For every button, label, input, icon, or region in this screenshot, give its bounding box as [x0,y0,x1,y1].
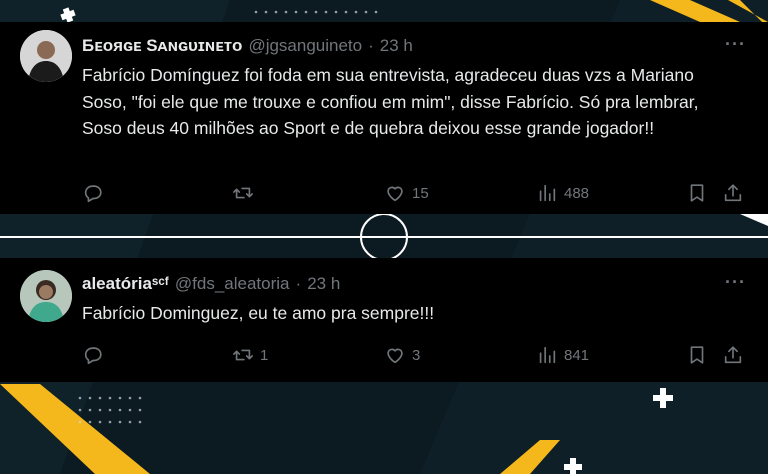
tweet-text: Fabrício Dominguez, eu te amo pra sempre… [82,303,435,323]
heart-icon [387,186,403,202]
tweet-header: Ƃᴇᴏяɢᴇ Sᴀɴɢᴜɪɴᴇᴛᴏ @jgsanguineto · 23 h [82,36,413,56]
like-button[interactable]: 15 [384,180,429,206]
timestamp[interactable]: 23 h [307,274,340,294]
reply-button[interactable] [82,342,110,368]
display-name[interactable]: Ƃᴇᴏяɢᴇ Sᴀɴɢᴜɪɴᴇᴛᴏ [82,36,242,56]
views-button[interactable]: 841 [536,342,589,368]
view-count: 488 [564,184,590,202]
share-icon [724,346,742,364]
handle[interactable]: @jgsanguineto [248,36,362,56]
tweet-text: Fabrício Domínguez foi foda em sua entre… [82,65,699,138]
reply-button[interactable] [82,180,110,206]
repost-button[interactable] [232,180,260,206]
tweet-actions: 1 3 841 [0,342,768,368]
repost-icon [233,187,253,199]
repost-button[interactable]: 1 [232,342,268,368]
timestamp[interactable]: 23 h [380,36,413,56]
heart-icon [387,348,403,364]
share-button[interactable] [722,342,744,368]
views-icon [539,346,556,364]
view-count: 841 [564,346,590,364]
avatar[interactable] [20,270,72,322]
reply-icon [84,185,102,203]
avatar[interactable] [20,30,72,82]
more-icon[interactable]: ··· [725,34,746,55]
repost-icon [233,349,253,361]
bookmark-icon [690,346,704,364]
like-count: 3 [412,346,421,364]
tweet-actions: 15 488 [0,180,768,206]
bookmark-button[interactable] [686,342,708,368]
bookmark-button[interactable] [686,180,708,206]
views-icon [539,184,556,202]
more-icon[interactable]: ··· [725,272,746,293]
share-button[interactable] [722,180,744,206]
bookmark-icon [690,184,704,202]
tweet-card[interactable]: Ƃᴇᴏяɢᴇ Sᴀɴɢᴜɪɴᴇᴛᴏ @jgsanguineto · 23 h ·… [0,22,768,214]
tweet-card[interactable]: aleatóriaˢᶜᶠ @fds_aleatoria · 23 h ··· F… [0,258,768,382]
person-avatar-icon [20,30,72,82]
person-avatar-icon [20,270,72,322]
separator: · [368,36,374,55]
tweet-header: aleatóriaˢᶜᶠ @fds_aleatoria · 23 h [82,274,340,294]
like-button[interactable]: 3 [384,342,420,368]
views-button[interactable]: 488 [536,180,589,206]
handle[interactable]: @fds_aleatoria [175,274,290,294]
like-count: 15 [412,184,429,202]
reply-icon [84,347,102,365]
share-icon [724,184,742,202]
display-name[interactable]: aleatóriaˢᶜᶠ [82,274,169,294]
separator: · [295,274,302,293]
repost-count: 1 [260,346,269,364]
